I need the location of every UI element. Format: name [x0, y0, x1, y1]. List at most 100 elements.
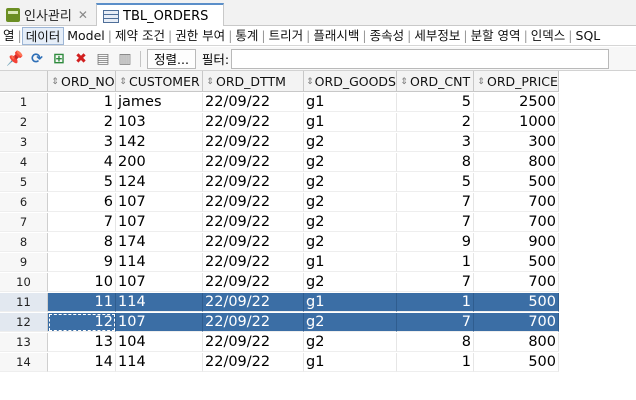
- cell-ord-price[interactable]: 800: [474, 153, 559, 172]
- cell-ord-price[interactable]: 900: [474, 233, 559, 252]
- table-row[interactable]: 13 13 104 22/09/22 g2 8 800: [0, 333, 559, 352]
- table-row[interactable]: 9 9 114 22/09/22 g1 1 500: [0, 253, 559, 272]
- cell-ord-price[interactable]: 500: [474, 293, 559, 312]
- table-row[interactable]: 5 5 124 22/09/22 g2 5 500: [0, 173, 559, 192]
- cell-ord-no[interactable]: 14: [48, 353, 116, 372]
- cell-ord-no[interactable]: 12: [48, 313, 116, 332]
- cell-ord-cnt[interactable]: 8: [397, 333, 474, 352]
- subtab-model[interactable]: Model: [64, 27, 108, 45]
- cell-ord-cnt[interactable]: 5: [397, 173, 474, 192]
- cell-ord-no[interactable]: 8: [48, 233, 116, 252]
- row-number[interactable]: 14: [0, 353, 48, 372]
- cell-ord-dttm[interactable]: 22/09/22: [203, 93, 304, 112]
- cell-ord-cnt[interactable]: 7: [397, 313, 474, 332]
- row-number[interactable]: 6: [0, 193, 48, 212]
- cell-ord-cnt[interactable]: 9: [397, 233, 474, 252]
- cell-ord-price[interactable]: 500: [474, 173, 559, 192]
- cell-ord-price[interactable]: 2500: [474, 93, 559, 112]
- row-number[interactable]: 11: [0, 293, 48, 312]
- cell-ord-dttm[interactable]: 22/09/22: [203, 273, 304, 292]
- cell-ord-cnt[interactable]: 7: [397, 213, 474, 232]
- cell-ord-price[interactable]: 500: [474, 353, 559, 372]
- cell-ord-price[interactable]: 700: [474, 193, 559, 212]
- cell-ord-dttm[interactable]: 22/09/22: [203, 233, 304, 252]
- table-row[interactable]: 3 3 142 22/09/22 g2 3 300: [0, 133, 559, 152]
- cell-ord-dttm[interactable]: 22/09/22: [203, 313, 304, 332]
- cell-ord-cnt[interactable]: 2: [397, 113, 474, 132]
- cell-customer[interactable]: 142: [116, 133, 203, 152]
- table-row[interactable]: 12 12 107 22/09/22 g2 7 700: [0, 313, 559, 332]
- subtab-details[interactable]: 세부정보: [411, 27, 463, 45]
- commit-icon[interactable]: ▤: [92, 49, 114, 69]
- cell-ord-price[interactable]: 700: [474, 213, 559, 232]
- cell-ord-cnt[interactable]: 7: [397, 273, 474, 292]
- row-number[interactable]: 4: [0, 153, 48, 172]
- cell-ord-goods[interactable]: g2: [304, 313, 397, 332]
- cell-ord-no[interactable]: 6: [48, 193, 116, 212]
- cell-ord-goods[interactable]: g2: [304, 213, 397, 232]
- table-row[interactable]: 2 2 103 22/09/22 g1 2 1000: [0, 113, 559, 132]
- close-icon[interactable]: ✕: [78, 8, 88, 22]
- row-number[interactable]: 12: [0, 313, 48, 332]
- subtab-statistics[interactable]: 통계: [232, 27, 261, 45]
- cell-ord-no[interactable]: 10: [48, 273, 116, 292]
- cell-ord-goods[interactable]: g2: [304, 153, 397, 172]
- table-row[interactable]: 6 6 107 22/09/22 g2 7 700: [0, 193, 559, 212]
- row-number[interactable]: 1: [0, 93, 48, 112]
- cell-ord-dttm[interactable]: 22/09/22: [203, 333, 304, 352]
- cell-customer[interactable]: 107: [116, 273, 203, 292]
- table-row[interactable]: 14 14 114 22/09/22 g1 1 500: [0, 353, 559, 372]
- cell-customer[interactable]: 174: [116, 233, 203, 252]
- cell-ord-dttm[interactable]: 22/09/22: [203, 213, 304, 232]
- cell-ord-cnt[interactable]: 1: [397, 353, 474, 372]
- subtab-flashback[interactable]: 플래시백: [310, 27, 362, 45]
- column-header-ord-price[interactable]: ⇕ ORD_PRICE: [474, 71, 559, 92]
- cell-ord-dttm[interactable]: 22/09/22: [203, 133, 304, 152]
- cell-ord-goods[interactable]: g1: [304, 293, 397, 312]
- cell-ord-no[interactable]: 1: [48, 93, 116, 112]
- cell-ord-goods[interactable]: g2: [304, 133, 397, 152]
- cell-customer[interactable]: james: [116, 93, 203, 112]
- cell-ord-dttm[interactable]: 22/09/22: [203, 173, 304, 192]
- cell-customer[interactable]: 103: [116, 113, 203, 132]
- cell-ord-goods[interactable]: g2: [304, 193, 397, 212]
- cell-ord-dttm[interactable]: 22/09/22: [203, 153, 304, 172]
- cell-ord-goods[interactable]: g1: [304, 353, 397, 372]
- delete-row-icon[interactable]: ✖: [70, 49, 92, 69]
- cell-ord-no[interactable]: 3: [48, 133, 116, 152]
- cell-ord-cnt[interactable]: 5: [397, 93, 474, 112]
- cell-ord-goods[interactable]: g2: [304, 273, 397, 292]
- tab-tbl-orders[interactable]: TBL_ORDERS: [96, 3, 224, 27]
- cell-customer[interactable]: 124: [116, 173, 203, 192]
- cell-ord-no[interactable]: 2: [48, 113, 116, 132]
- column-header-ord-cnt[interactable]: ⇕ ORD_CNT: [397, 71, 474, 92]
- cell-customer[interactable]: 114: [116, 353, 203, 372]
- subtab-indexes[interactable]: 인덱스: [528, 27, 569, 45]
- cell-ord-cnt[interactable]: 7: [397, 193, 474, 212]
- cell-customer[interactable]: 104: [116, 333, 203, 352]
- cell-ord-goods[interactable]: g2: [304, 173, 397, 192]
- subtab-sql[interactable]: SQL: [573, 27, 604, 45]
- cell-ord-goods[interactable]: g1: [304, 253, 397, 272]
- column-header-ord-no[interactable]: ⇕ ORD_NO: [48, 71, 116, 92]
- cell-customer[interactable]: 114: [116, 253, 203, 272]
- tab-insa-gwanri[interactable]: 인사관리 ✕: [0, 3, 94, 26]
- cell-ord-no[interactable]: 11: [48, 293, 116, 312]
- row-number[interactable]: 13: [0, 333, 48, 352]
- cell-ord-no[interactable]: 9: [48, 253, 116, 272]
- insert-row-icon[interactable]: ⊞: [48, 49, 70, 69]
- row-number[interactable]: 8: [0, 233, 48, 252]
- cell-ord-goods[interactable]: g2: [304, 233, 397, 252]
- subtab-constraints[interactable]: 제약 조건: [112, 27, 168, 45]
- cell-customer[interactable]: 114: [116, 293, 203, 312]
- cell-ord-dttm[interactable]: 22/09/22: [203, 113, 304, 132]
- cell-ord-price[interactable]: 300: [474, 133, 559, 152]
- row-number[interactable]: 2: [0, 113, 48, 132]
- cell-ord-dttm[interactable]: 22/09/22: [203, 253, 304, 272]
- cell-ord-dttm[interactable]: 22/09/22: [203, 293, 304, 312]
- cell-customer[interactable]: 107: [116, 313, 203, 332]
- table-row[interactable]: 10 10 107 22/09/22 g2 7 700: [0, 273, 559, 292]
- column-header-ord-goods[interactable]: ⇕ ORD_GOODS: [304, 71, 397, 92]
- column-header-customer[interactable]: ⇕ CUSTOMER: [116, 71, 203, 92]
- cell-ord-price[interactable]: 1000: [474, 113, 559, 132]
